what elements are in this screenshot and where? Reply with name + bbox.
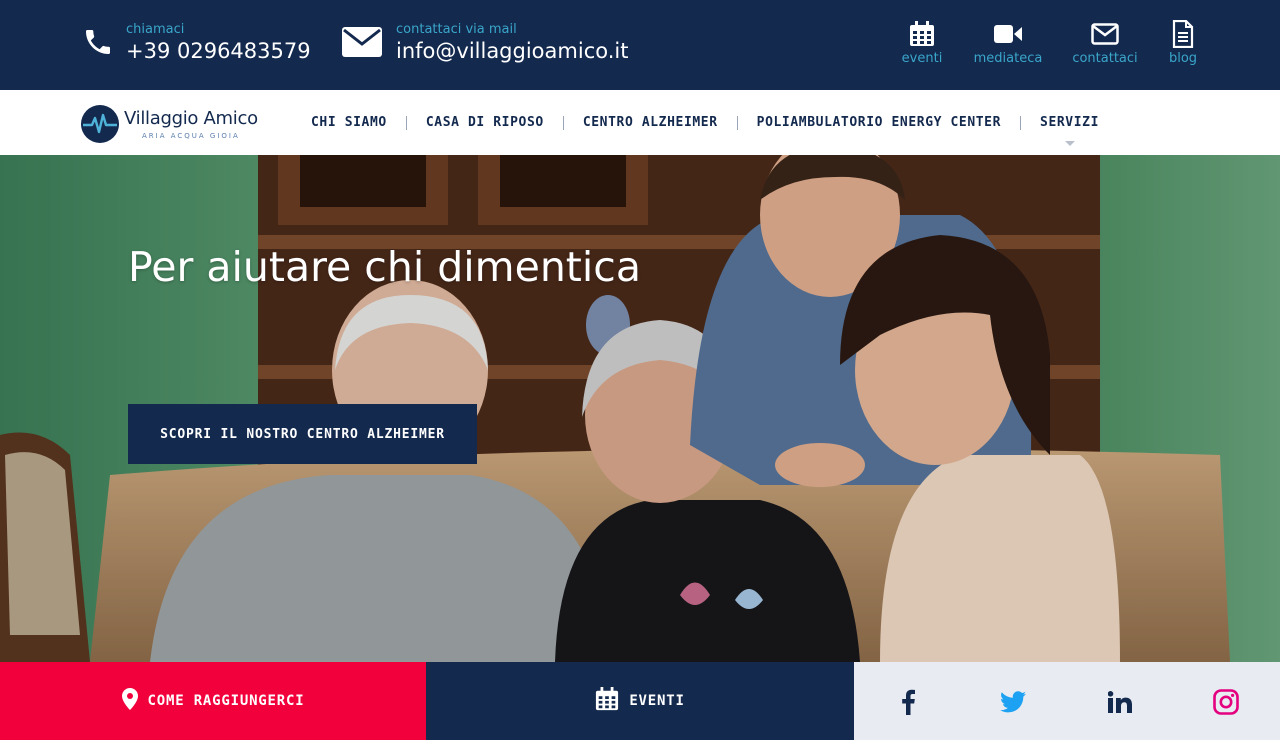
directions-button[interactable]: COME RAGGIUNGERCI — [0, 662, 426, 740]
hero-banner: Per aiutare chi dimentica SCOPRI IL NOST… — [0, 155, 1280, 662]
nav-item-poliambulatorio[interactable]: POLIAMBULATORIO ENERGY CENTER — [742, 115, 1016, 130]
envelope-icon — [342, 22, 382, 62]
phone-label: chiamaci — [126, 22, 185, 37]
quick-link-label: eventi — [901, 51, 943, 66]
document-icon — [1172, 20, 1194, 48]
bottom-action-bar: COME RAGGIUNGERCI EVENTI — [0, 662, 1280, 740]
phone-icon — [78, 22, 118, 62]
quick-link-label: mediateca — [973, 51, 1043, 66]
mail-label: contattaci via mail — [396, 22, 517, 37]
nav-menu: CHI SIAMO CASA DI RIPOSO CENTRO ALZHEIME… — [296, 90, 1114, 155]
nav-divider — [405, 115, 407, 130]
quick-link-mediateca[interactable]: mediateca — [970, 20, 1046, 66]
quick-link-contattaci[interactable]: contattaci — [1068, 20, 1142, 66]
events-button[interactable]: EVENTI — [426, 662, 854, 740]
quick-link-label: contattaci — [1072, 51, 1138, 66]
calendar-icon — [909, 20, 935, 48]
nav-divider — [736, 115, 738, 130]
facebook-icon[interactable] — [894, 688, 922, 716]
map-pin-icon — [121, 688, 138, 714]
linkedin-icon[interactable] — [1106, 688, 1134, 716]
nav-item-chi-siamo[interactable]: CHI SIAMO — [296, 115, 402, 130]
dropdown-caret-icon — [1064, 141, 1075, 146]
nav-item-centro-alzheimer[interactable]: CENTRO ALZHEIMER — [568, 115, 733, 130]
logo-name: Villaggio Amico — [124, 107, 258, 129]
site-logo[interactable]: Villaggio Amico ARIA ACQUA GIOIA — [80, 104, 258, 144]
quick-link-eventi[interactable]: eventi — [900, 20, 944, 66]
social-links — [854, 662, 1280, 740]
mail-address[interactable]: info@villaggioamico.it — [396, 38, 628, 64]
main-navigation: Villaggio Amico ARIA ACQUA GIOIA CHI SIA… — [0, 90, 1280, 155]
top-contact-bar: chiamaci +39 0296483579 contattaci via m… — [0, 0, 1280, 90]
nav-item-casa-di-riposo[interactable]: CASA DI RIPOSO — [411, 115, 559, 130]
nav-item-servizi[interactable]: SERVIZI — [1025, 115, 1114, 146]
phone-number[interactable]: +39 0296483579 — [126, 38, 311, 64]
logo-heartbeat-icon — [80, 104, 120, 144]
nav-item-servizi-label: SERVIZI — [1040, 115, 1100, 130]
twitter-icon[interactable] — [999, 688, 1027, 716]
discover-alzheimer-center-button[interactable]: SCOPRI IL NOSTRO CENTRO ALZHEIMER — [128, 404, 477, 464]
nav-divider — [562, 115, 564, 130]
envelope-outline-icon — [1091, 20, 1119, 48]
quick-link-blog[interactable]: blog — [1164, 20, 1202, 66]
quick-link-label: blog — [1168, 51, 1198, 66]
calendar-icon — [595, 687, 619, 715]
phone-contact[interactable]: chiamaci +39 0296483579 — [78, 22, 311, 64]
nav-divider — [1020, 115, 1022, 130]
events-label: EVENTI — [629, 693, 685, 709]
video-camera-icon — [994, 20, 1022, 48]
directions-label: COME RAGGIUNGERCI — [147, 693, 305, 709]
logo-tagline: ARIA ACQUA GIOIA — [142, 131, 240, 140]
instagram-icon[interactable] — [1212, 688, 1240, 716]
hero-title: Per aiutare chi dimentica — [128, 243, 641, 291]
mail-contact[interactable]: contattaci via mail info@villaggioamico.… — [342, 22, 628, 64]
